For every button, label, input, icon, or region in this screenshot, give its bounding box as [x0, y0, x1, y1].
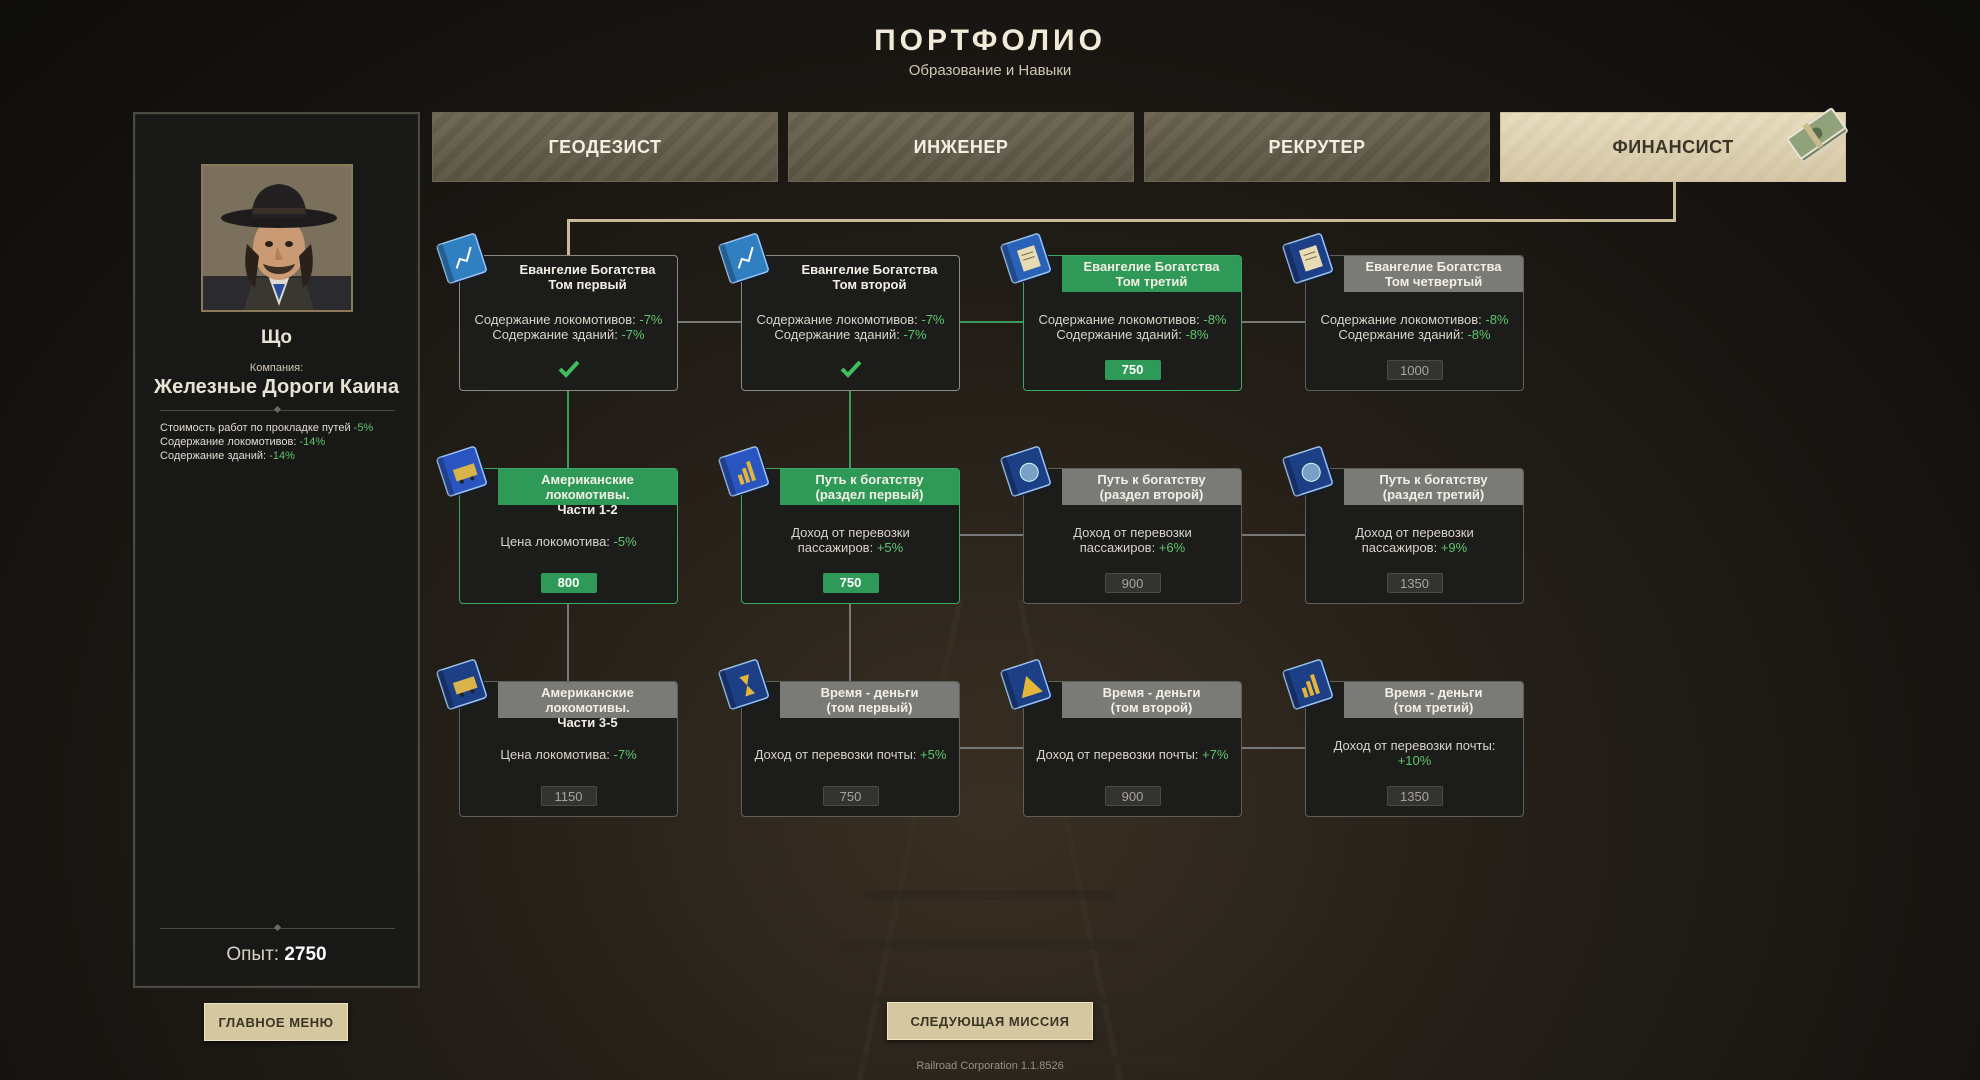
tab-engineer[interactable]: ИНЖЕНЕР: [788, 112, 1134, 182]
next-mission-button[interactable]: СЛЕДУЮЩАЯ МИССИЯ: [887, 1002, 1093, 1040]
character-name: Що: [261, 327, 292, 348]
skill-card[interactable]: Путь к богатству (раздел второй) Доход от …: [1000, 446, 1242, 604]
connector-line: [960, 747, 1024, 749]
company-name: Железные Дороги Каина: [154, 376, 399, 398]
page-subtitle: Образование и Навыки: [908, 62, 1072, 79]
skill-description: Содержание локомотивов: -7% Содержание зд…: [756, 312, 945, 342]
skill-card[interactable]: Евангелие Богатства Том четвертый Содержан…: [1282, 233, 1524, 391]
skill-title: Путь к богатству (раздел первый): [780, 469, 959, 505]
skill-price: 800: [540, 573, 597, 593]
checkmark-icon: [840, 360, 862, 378]
character-portrait: [201, 164, 353, 312]
bonus-line: Содержание локомотивов: -14%: [160, 436, 326, 448]
bonus-line: Стоимость работ по прокладке путей -5%: [160, 422, 374, 434]
skill-price: 1350: [1386, 786, 1443, 806]
skill-price: 1000: [1386, 360, 1443, 380]
connector-line: [567, 219, 1676, 222]
skill-description: Содержание локомотивов: -8% Содержание зд…: [1038, 312, 1227, 342]
profile-panel: Що Компания: Железные Дороги Каина Стоим…: [133, 112, 420, 988]
skill-description: Цена локомотива: -5%: [500, 534, 637, 549]
skill-title: Американские локомотивы. Части 3-5: [498, 682, 677, 730]
skill-description: Доход от перевозки пассажиров: +6%: [1073, 525, 1192, 555]
skill-description: Содержание локомотивов: -8% Содержание зд…: [1320, 312, 1509, 342]
skill-card[interactable]: Путь к богатству (раздел первый) Доход от …: [718, 446, 960, 604]
main-menu-button[interactable]: ГЛАВНОЕ МЕНЮ: [204, 1003, 348, 1041]
skill-price: 900: [1104, 786, 1161, 806]
skill-card[interactable]: Время - деньги (том первый) Доход от перев…: [718, 659, 960, 817]
skill-card[interactable]: Американские локомотивы. Части 1-2 Цена ло…: [436, 446, 678, 604]
connector-line: [678, 321, 742, 323]
skill-card[interactable]: Путь к богатству (раздел третий) Доход от …: [1282, 446, 1524, 604]
connector-line: [567, 219, 570, 255]
skill-card[interactable]: Американские локомотивы. Части 3-5 Цена ло…: [436, 659, 678, 817]
skill-title: Евангелие Богатства Том второй: [801, 262, 938, 292]
checkmark-icon: [558, 360, 580, 378]
profile-bonuses: Стоимость работ по прокладке путей -5% С…: [160, 421, 410, 463]
skill-title: Время - деньги (том второй): [1062, 682, 1241, 718]
experience: Опыт: 2750: [135, 944, 418, 966]
connector-line: [567, 603, 569, 681]
skill-description: Цена локомотива: -7%: [500, 747, 637, 762]
skill-price: 750: [1104, 360, 1161, 380]
skill-title: Время - деньги (том третий): [1344, 682, 1523, 718]
skill-description: Содержание локомотивов: -7% Содержание зд…: [474, 312, 663, 342]
skill-card[interactable]: Время - деньги (том второй) Доход от перев…: [1000, 659, 1242, 817]
connector-line: [960, 534, 1024, 536]
skill-price: 750: [822, 573, 879, 593]
skill-card[interactable]: Евангелие Богатства Том первый Содержание …: [436, 233, 678, 391]
company-label: Компания:: [249, 362, 304, 374]
connector-line: [1241, 747, 1305, 749]
skill-description: Доход от перевозки пассажиров: +9%: [1355, 525, 1474, 555]
skill-description: Доход от перевозки почты: +10%: [1333, 738, 1496, 768]
skill-title: Евангелие Богатства Том третий: [1062, 256, 1241, 292]
skill-description: Доход от перевозки пассажиров: +5%: [791, 525, 910, 555]
connector-line: [1241, 534, 1305, 536]
divider: [160, 928, 395, 929]
money-stack-icon: [1787, 108, 1848, 163]
skill-card[interactable]: Евангелие Богатства Том второй Содержание …: [718, 233, 960, 391]
skill-price: 1150: [540, 786, 597, 806]
experience-value: 2750: [284, 944, 327, 965]
page-title: ПОРТФОЛИО: [874, 24, 1106, 57]
skill-title: Евангелие Богатства Том четвертый: [1344, 256, 1523, 292]
skill-price: 1350: [1386, 573, 1443, 593]
page-header: ПОРТФОЛИО Образование и Навыки: [0, 24, 1980, 79]
connector-line: [849, 603, 851, 681]
bonus-line: Содержание зданий: -14%: [160, 450, 295, 462]
experience-label: Опыт:: [226, 944, 280, 965]
skill-title: Евангелие Богатства Том первый: [519, 262, 656, 292]
connector-line: [960, 321, 1024, 323]
skill-title: Путь к богатству (раздел третий): [1344, 469, 1523, 505]
tab-financier[interactable]: ФИНАНСИСТ: [1500, 108, 1848, 182]
skill-description: Доход от перевозки почты: +7%: [1036, 747, 1229, 762]
skill-title: Путь к богатству (раздел второй): [1062, 469, 1241, 505]
skill-title: Американские локомотивы. Части 1-2: [498, 469, 677, 517]
connector-line: [1241, 321, 1305, 323]
tab-recruiter[interactable]: РЕКРУТЕР: [1144, 112, 1490, 182]
skill-price: 900: [1104, 573, 1161, 593]
divider: [160, 410, 395, 411]
connector-line: [1673, 182, 1676, 222]
connector-line: [849, 390, 851, 468]
tab-surveyor[interactable]: ГЕОДЕЗИСТ: [432, 112, 778, 182]
connector-line: [567, 390, 569, 468]
skill-description: Доход от перевозки почты: +5%: [754, 747, 947, 762]
skill-card[interactable]: Время - деньги (том третий) Доход от перев…: [1282, 659, 1524, 817]
skill-price: 750: [822, 786, 879, 806]
skill-card[interactable]: Евангелие Богатства Том третий Содержание …: [1000, 233, 1242, 391]
skill-title: Время - деньги (том первый): [780, 682, 959, 718]
version-label: Railroad Corporation 1.1.8526: [916, 1060, 1064, 1072]
